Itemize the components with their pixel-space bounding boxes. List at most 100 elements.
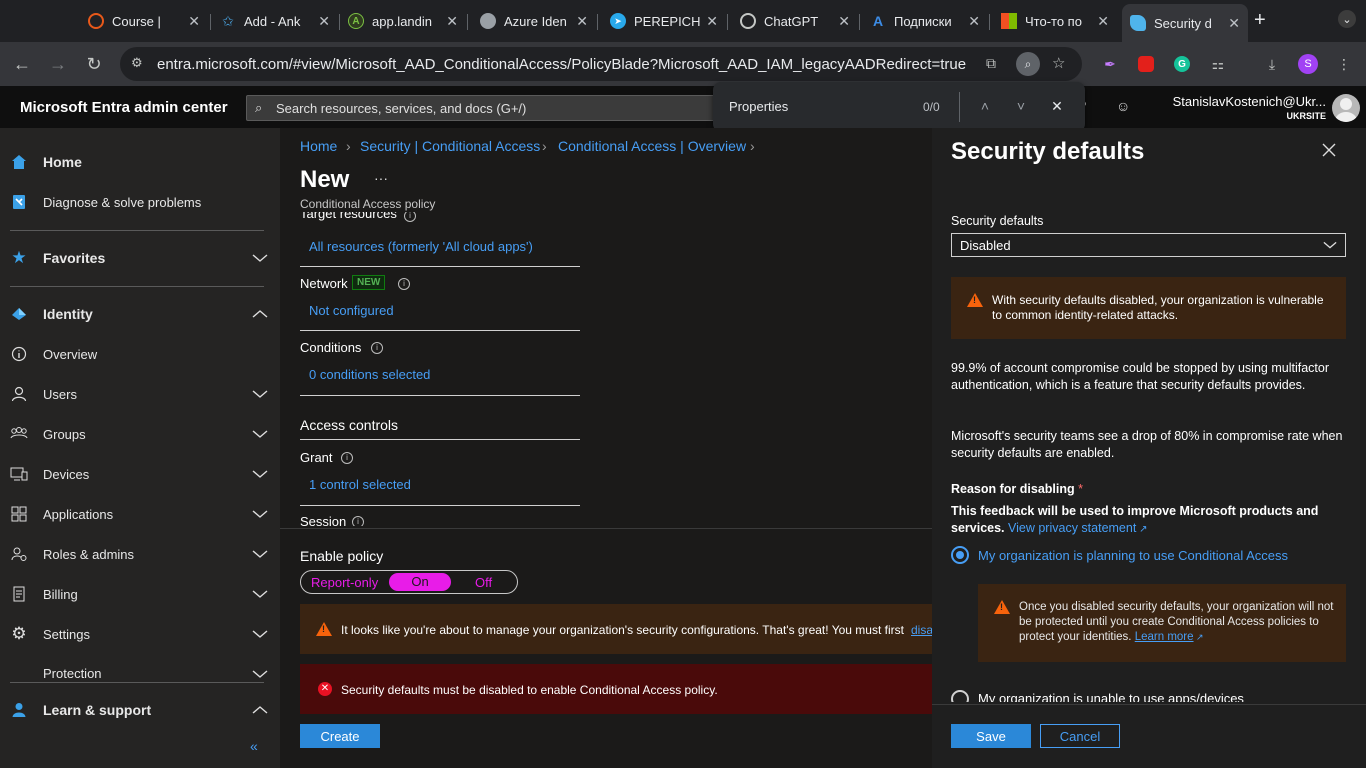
back-icon[interactable]: ← [10, 52, 34, 76]
chevron-up-icon[interactable] [252, 306, 268, 322]
sidebar-item-settings[interactable]: ⚙ Settings [0, 616, 280, 652]
browser-tab[interactable]: ✩ Add - Ank ✕ [212, 6, 338, 36]
install-app-icon[interactable]: ⧉ [986, 55, 996, 72]
close-icon[interactable]: ✕ [1097, 13, 1109, 30]
sidebar-item-favorites[interactable]: ★ Favorites [0, 240, 280, 276]
close-icon[interactable]: ✕ [446, 13, 458, 30]
close-icon[interactable]: ✕ [706, 13, 718, 30]
sidebar-item-applications[interactable]: Applications [0, 496, 280, 532]
more-options-icon[interactable]: ··· [374, 170, 388, 186]
find-icon[interactable]: ⌕ [1016, 52, 1040, 76]
network-link[interactable]: Not configured [309, 303, 394, 318]
info-icon[interactable]: i [352, 516, 364, 526]
close-icon[interactable]: ✕ [1228, 15, 1240, 32]
feedback-icon[interactable]: ☺ [1116, 98, 1130, 114]
info-icon[interactable]: i [404, 212, 416, 222]
info-icon[interactable]: i [371, 342, 383, 354]
quill-extension-icon[interactable]: ✒ [1100, 54, 1120, 74]
browser-tab[interactable]: Что-то по ✕ [993, 6, 1117, 36]
sidebar-item-overview[interactable]: Overview [0, 336, 280, 372]
browser-tab[interactable]: ➤ PEREPICH ✕ [602, 6, 726, 36]
toggle-on[interactable]: On [389, 573, 451, 591]
find-next-icon[interactable]: ˅ [1011, 96, 1031, 116]
breadcrumb-home[interactable]: Home [300, 138, 337, 154]
info-icon[interactable]: i [398, 278, 410, 290]
forward-icon[interactable]: → [46, 52, 70, 76]
portal-brand[interactable]: Microsoft Entra admin center [20, 99, 228, 116]
browser-tab[interactable]: Azure Iden ✕ [472, 6, 596, 36]
reason-option-planning[interactable]: My organization is planning to use Condi… [978, 548, 1288, 563]
grant-link[interactable]: 1 control selected [309, 477, 411, 492]
chevron-down-icon[interactable] [252, 250, 268, 266]
create-button[interactable]: Create [300, 724, 380, 748]
find-close-icon[interactable]: ✕ [1047, 96, 1067, 116]
reason-radio-unable[interactable] [951, 690, 969, 702]
chevron-down-icon[interactable] [252, 546, 268, 562]
breadcrumb-security-conditional-access[interactable]: Security | Conditional Access [360, 138, 540, 154]
reason-option-unable[interactable]: My organization is unable to use apps/de… [978, 691, 1244, 702]
find-input[interactable]: Properties [729, 99, 788, 114]
tab-search-icon[interactable]: ⌄ [1338, 10, 1356, 28]
chevron-down-icon[interactable] [252, 426, 268, 442]
chevron-down-icon[interactable] [252, 466, 268, 482]
chevron-down-icon[interactable] [252, 386, 268, 402]
sidebar-item-devices[interactable]: Devices [0, 456, 280, 492]
warning-link[interactable]: disa [911, 623, 933, 637]
bookmark-star-icon[interactable]: ☆ [1052, 54, 1065, 72]
info-icon[interactable]: i [341, 452, 353, 464]
browser-menu-icon[interactable]: ⋮ [1334, 54, 1354, 74]
browser-tab[interactable]: A app.landin ✕ [340, 6, 466, 36]
close-icon[interactable]: ✕ [838, 13, 850, 30]
security-defaults-dropdown[interactable]: Disabled [951, 233, 1346, 257]
sidebar-item-roles-admins[interactable]: Roles & admins [0, 536, 280, 572]
sidebar-item-diagnose[interactable]: Diagnose & solve problems [0, 184, 280, 220]
save-button[interactable]: Save [951, 724, 1031, 748]
close-icon[interactable]: ✕ [188, 13, 200, 30]
browser-tab[interactable]: ChatGPT ✕ [732, 6, 858, 36]
privacy-statement-link[interactable]: View privacy statement [1008, 521, 1136, 535]
find-previous-icon[interactable]: ˄ [975, 96, 995, 116]
adblock-extension-icon[interactable] [1136, 54, 1156, 74]
toggle-report-only[interactable]: Report-only [311, 575, 378, 590]
sidebar-item-groups[interactable]: Groups [0, 416, 280, 452]
sidebar-item-protection[interactable]: Protection [0, 656, 280, 684]
browser-tab[interactable]: A Подписки ✕ [862, 6, 988, 36]
chevron-down-icon[interactable] [252, 626, 268, 642]
user-account[interactable]: StanislavKostenich@Ukr... UKRSITE [1173, 94, 1326, 121]
close-icon[interactable]: ✕ [576, 13, 588, 30]
toggle-off[interactable]: Off [475, 575, 492, 590]
chevron-down-icon[interactable] [252, 506, 268, 522]
reload-icon[interactable]: ↻ [82, 52, 106, 76]
avatar[interactable] [1332, 94, 1360, 122]
collapse-sidebar-button[interactable]: « [250, 738, 258, 754]
sidebar-item-learn-support[interactable]: Learn & support [0, 692, 280, 728]
reason-radio-planning[interactable] [951, 546, 969, 564]
sidebar-item-identity[interactable]: Identity [0, 296, 280, 332]
grammarly-extension-icon[interactable]: G [1172, 54, 1192, 74]
url-text[interactable]: entra.microsoft.com/#view/Microsoft_AAD_… [157, 56, 966, 73]
close-icon[interactable] [1321, 142, 1337, 163]
sidebar-item-users[interactable]: Users [0, 376, 280, 412]
extensions-puzzle-icon[interactable]: ⚏ [1208, 54, 1228, 74]
browser-tab-active[interactable]: Security d ✕ [1122, 4, 1248, 42]
chevron-down-icon[interactable] [252, 666, 268, 682]
browser-tab[interactable]: Course | ✕ [80, 6, 208, 36]
chevron-up-icon[interactable] [252, 702, 268, 718]
profile-avatar[interactable]: S [1298, 54, 1318, 74]
target-resources-link[interactable]: All resources (formerly 'All cloud apps'… [309, 239, 533, 254]
address-bar[interactable]: ⚙ entra.microsoft.com/#view/Microsoft_AA… [120, 47, 1082, 81]
breadcrumb-ca-overview[interactable]: Conditional Access | Overview [558, 138, 746, 154]
search-input[interactable]: ⌕ Search resources, services, and docs (… [246, 95, 716, 121]
conditions-link[interactable]: 0 conditions selected [309, 367, 430, 382]
chevron-down-icon[interactable] [252, 586, 268, 602]
close-icon[interactable]: ✕ [968, 13, 980, 30]
sidebar-item-home[interactable]: Home [0, 144, 280, 180]
new-tab-button[interactable]: + [1254, 9, 1266, 32]
panel-warning-text: With security defaults disabled, your or… [992, 293, 1324, 322]
cancel-button[interactable]: Cancel [1040, 724, 1120, 748]
downloads-icon[interactable]: ⤓ [1262, 54, 1282, 74]
sidebar-item-billing[interactable]: Billing [0, 576, 280, 612]
learn-more-link[interactable]: Learn more [1135, 631, 1194, 643]
site-info-icon[interactable]: ⚙ [131, 55, 143, 71]
close-icon[interactable]: ✕ [318, 13, 330, 30]
